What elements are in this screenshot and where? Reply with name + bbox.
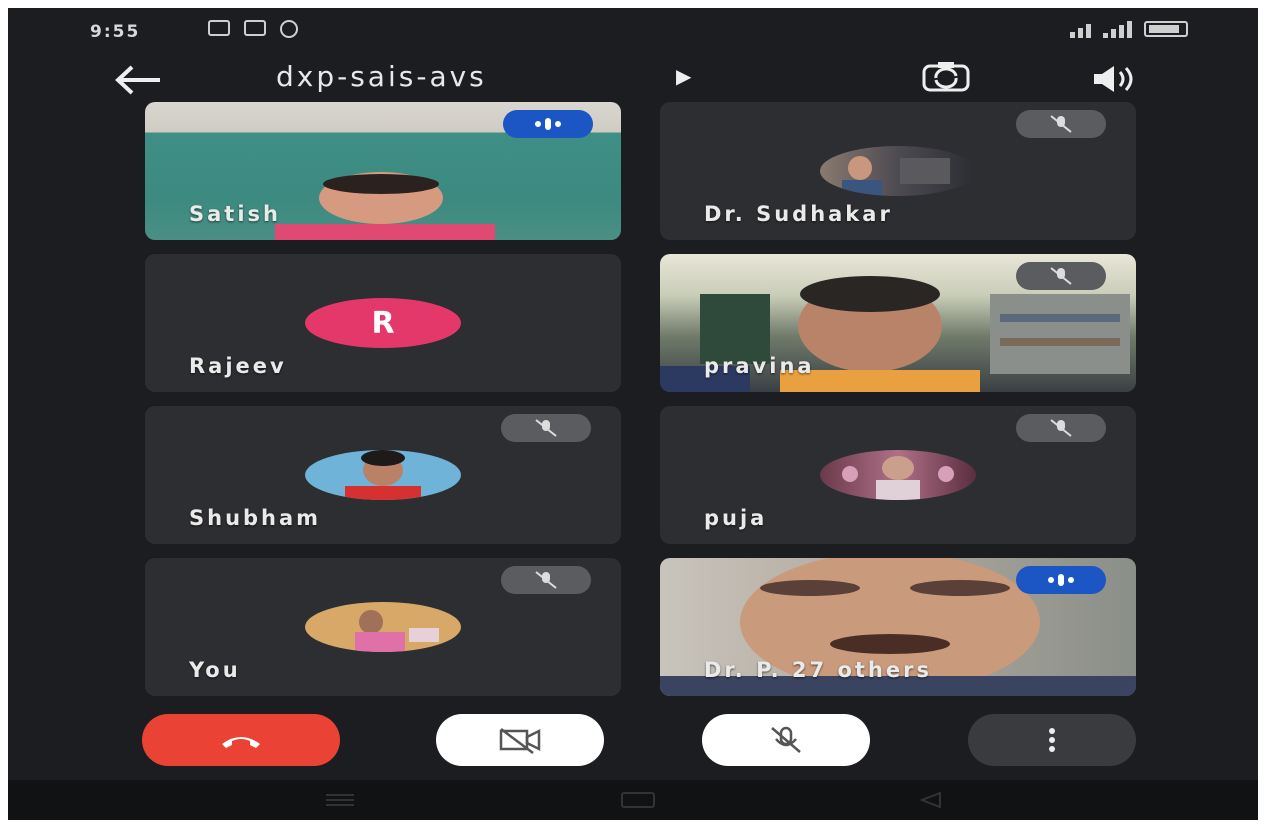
muted-indicator: [1016, 110, 1106, 138]
participant-name: Rajeev: [189, 354, 287, 378]
wifi-signal-icon: [1070, 20, 1091, 38]
back-button[interactable]: [108, 60, 168, 100]
participant-name: Satish: [189, 202, 281, 226]
mic-off-icon: [1050, 419, 1072, 437]
participant-name: Dr. P. 27 others: [704, 658, 932, 682]
participant-avatar: [305, 602, 461, 652]
speaking-indicator: [503, 110, 593, 138]
caret-right-icon[interactable]: ▶: [676, 64, 691, 88]
more-options-button[interactable]: [968, 714, 1136, 766]
muted-indicator: [1016, 262, 1106, 290]
status-bar: 9:55: [8, 8, 1258, 56]
participant-name: Dr. Sudhakar: [704, 202, 893, 226]
meeting-screen: 9:55 dxp-sais-avs ▶ Satish Dr. Sudhakar …: [8, 8, 1258, 820]
mic-off-icon: [535, 419, 557, 437]
participant-name: pravina: [704, 354, 815, 378]
participant-tile-pravina[interactable]: pravina: [660, 254, 1136, 392]
participant-name: Shubham: [189, 506, 322, 530]
phone-hangup-icon: [222, 737, 260, 748]
speaker-icon: [1094, 66, 1133, 92]
switch-camera-icon: [922, 62, 970, 92]
muted-indicator: [501, 414, 591, 442]
participant-name: You: [189, 658, 241, 682]
end-call-button[interactable]: [142, 714, 340, 766]
camera-toggle-button[interactable]: [436, 714, 604, 766]
back-nav-icon[interactable]: [916, 790, 946, 810]
call-controls: [8, 708, 1258, 778]
participant-tile-rajeev[interactable]: R Rajeev: [145, 254, 621, 392]
speaking-indicator: [1016, 566, 1106, 594]
cell-signal-icon: [1103, 20, 1132, 38]
video-off-icon: [499, 728, 541, 754]
notification-icons: [208, 20, 298, 38]
participant-avatar: [820, 450, 976, 500]
meeting-code[interactable]: dxp-sais-avs: [276, 60, 487, 93]
system-navigation-bar: [8, 780, 1258, 820]
meeting-header: dxp-sais-avs ▶: [8, 56, 1258, 106]
arrow-left-icon: [115, 65, 160, 95]
participant-tile-others[interactable]: Dr. P. 27 others: [660, 558, 1136, 696]
battery-icon: [1144, 21, 1188, 37]
participant-avatar: [820, 146, 976, 196]
mic-off-icon: [535, 571, 557, 589]
mic-toggle-button[interactable]: [702, 714, 870, 766]
participant-avatar: [305, 450, 461, 500]
participant-tile-dr-sudhakar[interactable]: Dr. Sudhakar: [660, 102, 1136, 240]
participant-tile-shubham[interactable]: Shubham: [145, 406, 621, 544]
status-time: 9:55: [90, 22, 141, 42]
mic-off-icon: [1050, 267, 1072, 285]
audio-output-button[interactable]: [1088, 62, 1142, 96]
participant-tile-satish[interactable]: Satish: [145, 102, 621, 240]
muted-indicator: [501, 566, 591, 594]
participant-tile-you[interactable]: You: [145, 558, 621, 696]
recents-icon[interactable]: [320, 790, 360, 810]
participant-initial-avatar: R: [305, 298, 461, 348]
more-vertical-icon: [1049, 728, 1055, 752]
home-icon[interactable]: [618, 790, 658, 810]
muted-indicator: [1016, 414, 1106, 442]
app-notification-icon: [280, 20, 298, 38]
whatsapp-notification-icon: [244, 20, 266, 36]
mic-off-icon: [771, 726, 801, 753]
mic-off-icon: [1050, 115, 1072, 133]
system-icons: [1070, 20, 1188, 38]
switch-camera-button[interactable]: [920, 60, 972, 94]
participant-name: puja: [704, 506, 768, 530]
video-notification-icon: [208, 20, 230, 36]
participant-tile-puja[interactable]: puja: [660, 406, 1136, 544]
